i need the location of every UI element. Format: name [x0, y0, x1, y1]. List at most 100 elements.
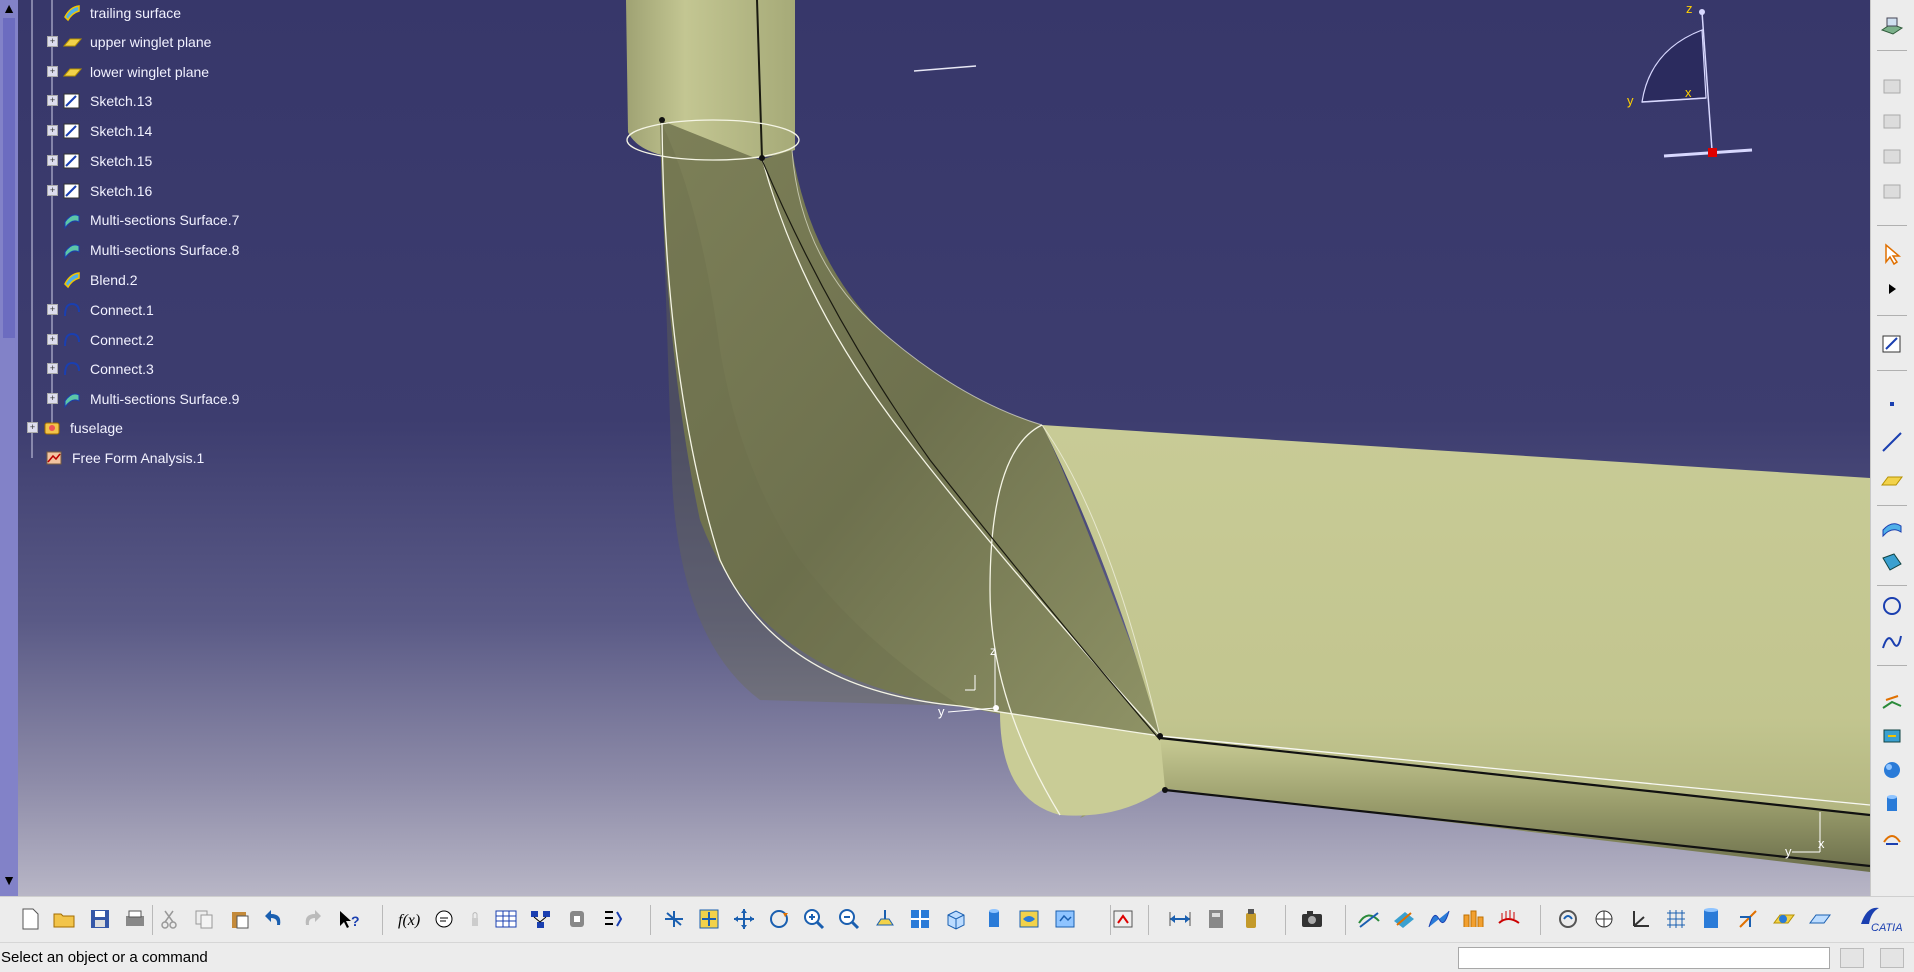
expand-toggle[interactable]: + — [47, 125, 58, 136]
line-icon[interactable] — [1877, 428, 1907, 456]
measure-between-icon[interactable] — [1166, 905, 1194, 933]
iso-view-icon[interactable] — [942, 905, 970, 933]
hide-show-icon[interactable] — [1015, 905, 1043, 933]
3d-viewport[interactable]: z y y x z y x ▲ ▼ trailing surface upper… — [0, 0, 1870, 896]
porcupine-analysis-icon[interactable] — [1495, 905, 1523, 933]
expand-toggle[interactable]: + — [47, 95, 58, 106]
save-icon[interactable] — [86, 905, 114, 933]
expand-toggle[interactable]: + — [47, 393, 58, 404]
scroll-thumb[interactable] — [3, 18, 15, 338]
revolve-icon[interactable] — [1877, 824, 1907, 852]
expand-toggle[interactable]: + — [47, 363, 58, 374]
paste-icon[interactable] — [226, 905, 254, 933]
stop-button[interactable] — [1880, 948, 1904, 968]
disabled-tool-icon[interactable] — [1877, 107, 1907, 135]
tree-item-upper-winglet-plane[interactable]: upper winglet plane — [62, 29, 211, 55]
expand-arrow-icon[interactable] — [1877, 275, 1907, 303]
swap-visible-space-icon[interactable] — [1051, 905, 1079, 933]
connect-checker-icon[interactable] — [1355, 905, 1383, 933]
extrude-surface-icon[interactable] — [1877, 512, 1907, 540]
tree-item-lower-winglet-plane[interactable]: lower winglet plane — [62, 59, 209, 85]
surface-analysis-icon[interactable] — [1877, 688, 1907, 716]
grid-icon[interactable] — [1662, 905, 1690, 933]
rotate-icon[interactable] — [765, 905, 793, 933]
pan-icon[interactable] — [730, 905, 758, 933]
compass-tool-icon[interactable] — [1590, 905, 1618, 933]
undo-icon[interactable] — [260, 905, 288, 933]
fit-all-icon[interactable] — [695, 905, 723, 933]
cut-icon[interactable] — [155, 905, 183, 933]
workbench-icon[interactable] — [1877, 12, 1907, 40]
compass-icon[interactable]: z y x — [1627, 1, 1753, 158]
tree-item-multi-sections-surface-7[interactable]: Multi-sections Surface.7 — [62, 207, 239, 233]
work-on-support-icon[interactable] — [1697, 905, 1725, 933]
tree-item-trailing-surface[interactable]: trailing surface — [62, 0, 181, 26]
zoom-in-icon[interactable] — [800, 905, 828, 933]
measure-item-icon[interactable] — [1202, 905, 1230, 933]
circle-icon[interactable] — [1877, 592, 1907, 620]
copy-icon[interactable] — [190, 905, 218, 933]
expand-toggle[interactable]: + — [47, 185, 58, 196]
tree-structure-icon[interactable] — [527, 905, 555, 933]
normal-view-icon[interactable] — [871, 905, 899, 933]
disabled-tool-icon[interactable] — [1877, 142, 1907, 170]
open-folder-icon[interactable] — [50, 905, 78, 933]
tree-item-free-form-analysis-1[interactable]: Free Form Analysis.1 — [44, 445, 204, 471]
swap-view-icon[interactable] — [1554, 905, 1582, 933]
tree-item-sketch-16[interactable]: Sketch.16 — [62, 178, 152, 204]
lock-icon[interactable] — [461, 905, 489, 933]
new-file-icon[interactable] — [16, 905, 44, 933]
spline-icon[interactable] — [1877, 628, 1907, 656]
measure-inertia-icon[interactable] — [1237, 905, 1265, 933]
command-input[interactable] — [1458, 947, 1830, 969]
tree-scrollbar[interactable]: ▲ ▼ — [0, 0, 18, 896]
parameters-icon[interactable] — [599, 905, 627, 933]
cylinder-icon[interactable] — [1877, 790, 1907, 818]
table-icon[interactable] — [492, 905, 520, 933]
plane-icon[interactable] — [1877, 466, 1907, 494]
sweep-icon[interactable] — [1877, 548, 1907, 576]
tree-item-sketch-15[interactable]: Sketch.15 — [62, 148, 152, 174]
tree-item-multi-sections-surface-9[interactable]: Multi-sections Surface.9 — [62, 386, 239, 412]
update-icon[interactable] — [1110, 905, 1138, 933]
curve-connect-checker-icon[interactable] — [1390, 905, 1418, 933]
sketcher-icon[interactable] — [1877, 330, 1907, 358]
tree-item-sketch-14[interactable]: Sketch.14 — [62, 118, 152, 144]
expand-toggle[interactable]: + — [47, 66, 58, 77]
curvature-analysis-icon[interactable] — [1460, 905, 1488, 933]
snap-icon[interactable] — [1734, 905, 1762, 933]
axis-system-icon[interactable] — [1627, 905, 1655, 933]
capture-icon[interactable] — [1298, 905, 1326, 933]
shape-tool-icon[interactable] — [1877, 722, 1907, 750]
tree-item-connect-2[interactable]: Connect.2 — [62, 327, 154, 353]
create-datum-icon[interactable] — [1806, 905, 1834, 933]
redo-icon[interactable] — [298, 905, 326, 933]
knowledge-advisor-icon[interactable] — [430, 905, 458, 933]
print-icon[interactable] — [121, 905, 149, 933]
scroll-up-arrow-icon[interactable]: ▲ — [0, 0, 18, 16]
multi-view-icon[interactable] — [906, 905, 934, 933]
tree-item-blend-2[interactable]: Blend.2 — [62, 267, 137, 293]
plane-system-icon[interactable] — [1770, 905, 1798, 933]
formula-icon[interactable]: f(x) — [396, 905, 424, 933]
shading-icon[interactable] — [980, 905, 1008, 933]
whats-this-icon[interactable]: ? — [335, 905, 363, 933]
tree-item-fuselage[interactable]: fuselage — [42, 415, 123, 441]
expand-toggle[interactable]: + — [47, 155, 58, 166]
tree-item-connect-3[interactable]: Connect.3 — [62, 356, 154, 382]
command-button[interactable] — [1840, 948, 1864, 968]
disabled-tool-icon[interactable] — [1877, 177, 1907, 205]
expand-toggle[interactable]: + — [47, 36, 58, 47]
point-icon[interactable] — [1877, 390, 1907, 418]
select-arrow-icon[interactable] — [1877, 240, 1907, 268]
tree-item-sketch-13[interactable]: Sketch.13 — [62, 88, 152, 114]
expand-toggle[interactable]: + — [27, 422, 38, 433]
fly-mode-icon[interactable] — [660, 905, 688, 933]
tree-item-multi-sections-surface-8[interactable]: Multi-sections Surface.8 — [62, 237, 239, 263]
expand-toggle[interactable]: + — [47, 334, 58, 345]
zoom-out-icon[interactable] — [835, 905, 863, 933]
scroll-down-arrow-icon[interactable]: ▼ — [0, 872, 18, 888]
tree-item-connect-1[interactable]: Connect.1 — [62, 297, 154, 323]
disabled-tool-icon[interactable] — [1877, 72, 1907, 100]
draft-analysis-icon[interactable] — [1425, 905, 1453, 933]
